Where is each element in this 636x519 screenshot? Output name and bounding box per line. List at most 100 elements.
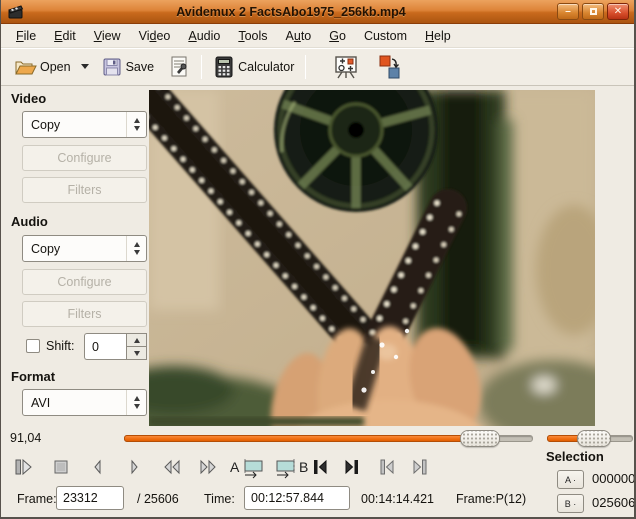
- open-label: Open: [40, 60, 71, 74]
- total-frames-label: / 25606: [137, 492, 179, 506]
- menu-custom[interactable]: Custom: [355, 26, 416, 46]
- duration-label: 00:14:14.421: [361, 492, 434, 506]
- rewind-button[interactable]: [159, 454, 185, 480]
- time-label: Time:: [204, 492, 235, 506]
- video-preview: [149, 90, 595, 426]
- goto-marker-a-button[interactable]: A ·: [557, 470, 584, 489]
- window-title: Avidemux 2 FactsAbo1975_256kb.mp4: [25, 5, 557, 19]
- open-folder-icon: [13, 56, 37, 78]
- svg-text:B: B: [299, 459, 308, 475]
- set-marker-b-button[interactable]: B: [273, 454, 313, 480]
- double-arrow-right-icon: [196, 456, 220, 478]
- video-codec-select[interactable]: Copy: [22, 111, 147, 138]
- transport-controls: AB: [1, 452, 546, 482]
- menu-auto[interactable]: Auto: [277, 26, 321, 46]
- open-dropdown-caret-icon[interactable]: [81, 64, 89, 69]
- play-button[interactable]: [10, 454, 36, 480]
- mark-a-icon: A: [229, 455, 269, 479]
- arrow-left-icon: [87, 456, 109, 478]
- presentation-board-icon: [333, 54, 359, 80]
- calculator-icon: [213, 55, 235, 79]
- sidebar: Video Copy Configure Filters Audio Copy …: [1, 86, 149, 428]
- timeline-fill: [124, 435, 480, 442]
- audio-codec-value: Copy: [23, 242, 126, 256]
- menu-video[interactable]: Video: [130, 26, 180, 46]
- previous-frame-button[interactable]: [85, 454, 111, 480]
- next-keyframe-button[interactable]: [406, 454, 432, 480]
- audio-filters-button[interactable]: Filters: [22, 301, 147, 327]
- shift-checkbox[interactable]: [26, 339, 40, 353]
- audio-codec-select[interactable]: Copy: [22, 235, 147, 262]
- information-button[interactable]: [164, 52, 194, 82]
- calculator-button[interactable]: Calculator: [209, 52, 298, 82]
- maximize-button[interactable]: [582, 3, 604, 20]
- format-section-title: Format: [11, 369, 55, 384]
- save-button[interactable]: Save: [97, 53, 159, 81]
- play-icon: [12, 456, 34, 478]
- app-clapperboard-icon: [7, 4, 25, 20]
- video-filters-button[interactable]: Filters: [22, 177, 147, 203]
- next-frame-button[interactable]: [121, 454, 147, 480]
- save-label: Save: [126, 60, 155, 74]
- selection-title: Selection: [546, 449, 604, 464]
- audio-configure-button[interactable]: Configure: [22, 269, 147, 295]
- shift-spinbox[interactable]: [84, 333, 147, 360]
- format-select[interactable]: AVI: [22, 389, 147, 416]
- menu-view[interactable]: View: [85, 26, 130, 46]
- goto-first-frame-button[interactable]: [308, 454, 334, 480]
- document-info-icon: [168, 55, 190, 79]
- fast-forward-button[interactable]: [195, 454, 221, 480]
- frame-type-label: Frame:P(12): [456, 492, 526, 506]
- combo-arrows-icon: [126, 236, 146, 261]
- marker-a-value: 000000: [592, 471, 635, 486]
- selection-handle[interactable]: [577, 430, 611, 447]
- menu-edit[interactable]: Edit: [45, 26, 85, 46]
- append-button[interactable]: [373, 50, 407, 84]
- stop-icon: [50, 456, 72, 478]
- menu-file[interactable]: File: [7, 26, 45, 46]
- toolbar: Open Save: [1, 48, 634, 86]
- frame-label: Frame:: [17, 492, 57, 506]
- stop-button[interactable]: [48, 454, 74, 480]
- timeline-handle[interactable]: [460, 430, 500, 447]
- marker-b-value: 025606: [592, 495, 635, 510]
- goto-last-frame-button[interactable]: [338, 454, 364, 480]
- open-button[interactable]: Open: [9, 53, 75, 81]
- toolbar-separator: [201, 55, 202, 79]
- audio-section-title: Audio: [11, 214, 48, 229]
- shift-spin-down-button[interactable]: [126, 347, 147, 360]
- double-arrow-left-icon: [160, 456, 184, 478]
- timeline-slider[interactable]: [124, 430, 533, 447]
- set-marker-a-button[interactable]: A: [229, 454, 269, 480]
- arrow-right-bar-gray-icon: [408, 456, 430, 478]
- save-floppy-icon: [101, 56, 123, 78]
- minimize-button[interactable]: –: [557, 3, 579, 20]
- bar-arrow-left-gray-icon: [377, 456, 399, 478]
- mark-b-icon: B: [273, 455, 313, 479]
- menubar: FileEditViewVideoAudioToolsAutoGoCustomH…: [1, 24, 634, 48]
- toolbar-separator: [305, 55, 306, 79]
- avidemux-window: Avidemux 2 FactsAbo1975_256kb.mp4 – ✕ Fi…: [0, 0, 636, 519]
- maximize-square-icon: [590, 8, 597, 15]
- arrow-right-bar-black-icon: [340, 456, 362, 478]
- frame-input[interactable]: [56, 486, 124, 510]
- menu-go[interactable]: Go: [320, 26, 355, 46]
- menu-audio[interactable]: Audio: [179, 26, 229, 46]
- titlebar[interactable]: Avidemux 2 FactsAbo1975_256kb.mp4 – ✕: [1, 0, 634, 24]
- shift-value-input[interactable]: [84, 333, 126, 360]
- previous-keyframe-button[interactable]: [375, 454, 401, 480]
- whiteboard-button[interactable]: [329, 51, 363, 83]
- join-segments-icon: [377, 53, 403, 81]
- combo-arrows-icon: [126, 390, 146, 415]
- time-input[interactable]: [244, 486, 350, 510]
- video-section-title: Video: [11, 91, 46, 106]
- shift-label: Shift:: [46, 339, 75, 353]
- goto-marker-b-button[interactable]: B ·: [557, 494, 584, 513]
- selection-slider[interactable]: [547, 430, 633, 447]
- shift-spin-up-button[interactable]: [126, 333, 147, 347]
- menu-help[interactable]: Help: [416, 26, 460, 46]
- close-button[interactable]: ✕: [607, 3, 629, 20]
- video-configure-button[interactable]: Configure: [22, 145, 147, 171]
- position-percent-label: 91,04: [10, 431, 41, 445]
- menu-tools[interactable]: Tools: [229, 26, 276, 46]
